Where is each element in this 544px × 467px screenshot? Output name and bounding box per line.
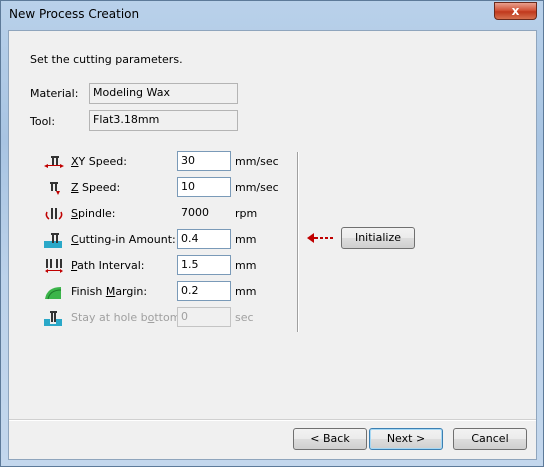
window-frame: New Process Creation x Set the cutting p… — [0, 0, 544, 467]
param-value-field[interactable]: 30 — [177, 151, 231, 171]
param-unit: mm — [235, 285, 257, 298]
param-label: Finish Margin: — [71, 285, 148, 298]
param-label: Path Interval: — [71, 259, 145, 272]
param-value-field: 0 — [177, 307, 231, 327]
spindle-icon — [43, 206, 65, 222]
back-button[interactable]: < Back — [293, 428, 367, 450]
z-speed-icon — [43, 180, 65, 196]
param-unit: sec — [235, 311, 254, 324]
param-value-field[interactable]: 0.4 — [177, 229, 231, 249]
tool-label: Tool: — [30, 115, 56, 128]
material-value: Modeling Wax — [89, 83, 238, 104]
footer-separator — [9, 419, 536, 420]
dialog-client-area: Set the cutting parameters. Material: Mo… — [8, 30, 537, 460]
param-label: Cutting-in Amount: — [71, 233, 176, 246]
tool-value: Flat3.18mm — [89, 110, 238, 131]
stay-hole-icon — [43, 310, 65, 326]
path-interval-icon — [43, 258, 65, 274]
param-label: XY Speed: — [71, 155, 127, 168]
param-unit: mm/sec — [235, 155, 279, 168]
finish-margin-icon — [43, 284, 65, 300]
param-unit: rpm — [235, 207, 258, 220]
cancel-button[interactable]: Cancel — [453, 428, 527, 450]
instruction-text: Set the cutting parameters. — [30, 53, 183, 66]
param-label: Z Speed: — [71, 181, 121, 194]
xy-speed-icon — [43, 154, 65, 170]
param-label: Stay at hole bottom: — [71, 311, 185, 324]
material-label: Material: — [30, 87, 79, 100]
initialize-button[interactable]: Initialize — [341, 227, 415, 249]
left-arrow-icon — [307, 233, 333, 243]
param-label: Spindle: — [71, 207, 116, 220]
param-value-field[interactable]: 1.5 — [177, 255, 231, 275]
param-unit: mm — [235, 259, 257, 272]
next-button[interactable]: Next > — [369, 428, 443, 450]
param-unit: mm — [235, 233, 257, 246]
param-value-field[interactable]: 10 — [177, 177, 231, 197]
param-unit: mm/sec — [235, 181, 279, 194]
close-button[interactable]: x — [494, 2, 537, 20]
param-value-field: 7000 — [177, 203, 231, 223]
close-icon: x — [511, 4, 520, 18]
cutting-in-icon — [43, 232, 65, 248]
param-value-field[interactable]: 0.2 — [177, 281, 231, 301]
vertical-separator — [297, 152, 298, 332]
window-title: New Process Creation — [9, 7, 140, 21]
